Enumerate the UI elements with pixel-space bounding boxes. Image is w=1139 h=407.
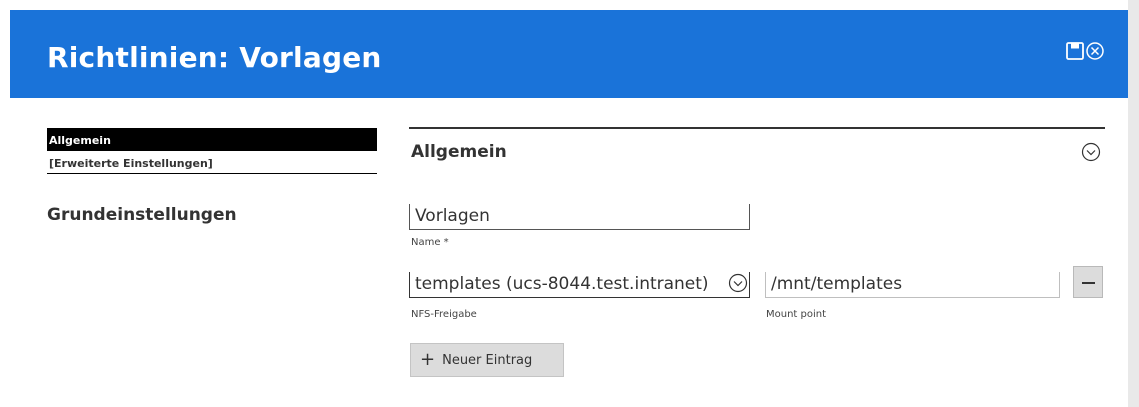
add-entry-label: Neuer Eintrag bbox=[442, 352, 533, 368]
close-icon[interactable] bbox=[1085, 41, 1105, 61]
save-icon[interactable] bbox=[1065, 41, 1085, 61]
chevron-down-icon[interactable] bbox=[1081, 142, 1101, 162]
sidebar-nav: Allgemein [Erweiterte Einstellungen] bbox=[47, 128, 377, 174]
sidebar-section-title: Grundeinstellungen bbox=[47, 205, 237, 225]
dialog-header: Richtlinien: Vorlagen bbox=[10, 10, 1128, 98]
nfs-share-label: NFS-Freigabe bbox=[411, 309, 477, 320]
mount-point-input[interactable] bbox=[766, 272, 1059, 296]
section-divider bbox=[409, 127, 1105, 129]
plus-icon: + bbox=[420, 349, 436, 370]
sidebar-item-erweiterte-einstellungen[interactable]: [Erweiterte Einstellungen] bbox=[47, 151, 377, 174]
chevron-down-icon[interactable] bbox=[728, 273, 748, 293]
sidebar-item-allgemein[interactable]: Allgemein bbox=[47, 128, 377, 151]
mount-point-label: Mount point bbox=[766, 309, 827, 320]
name-field[interactable] bbox=[409, 204, 750, 230]
mount-point-field[interactable] bbox=[765, 272, 1060, 298]
dialog: Richtlinien: Vorlagen Allgemein [Erweite… bbox=[0, 0, 1128, 407]
nfs-share-select[interactable] bbox=[409, 272, 750, 298]
main-content: Allgemein Name * NFS-Freigabe Mount po bbox=[409, 127, 1105, 377]
nfs-share-input[interactable] bbox=[410, 272, 724, 296]
page-title: Richtlinien: Vorlagen bbox=[47, 41, 382, 74]
name-input[interactable] bbox=[410, 204, 749, 228]
name-label: Name * bbox=[411, 237, 449, 248]
add-entry-button[interactable]: + Neuer Eintrag bbox=[410, 343, 564, 377]
remove-entry-button[interactable] bbox=[1073, 266, 1103, 298]
section-title: Allgemein bbox=[411, 142, 507, 162]
minus-icon bbox=[1082, 282, 1095, 284]
